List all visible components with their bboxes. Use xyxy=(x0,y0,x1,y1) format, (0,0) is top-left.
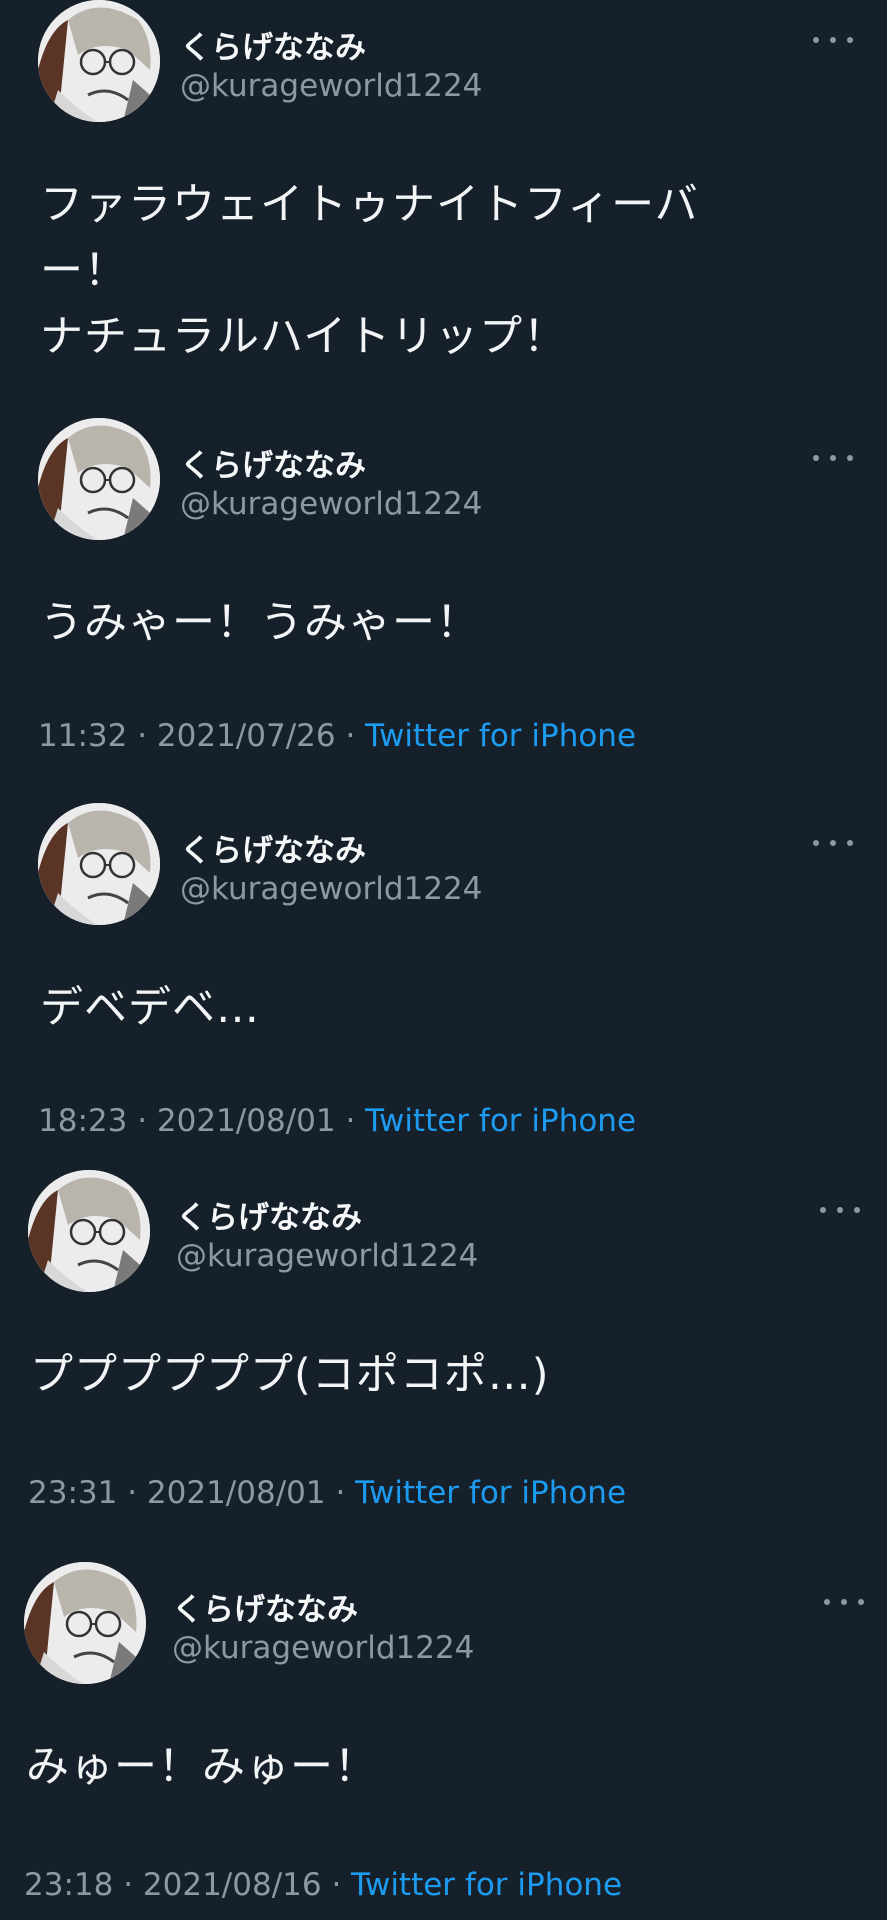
avatar-icon xyxy=(38,803,160,925)
tweet-text: ププププププ(コポコポ…) xyxy=(30,1350,550,1400)
tweet-text: ファラウェイトゥナイトフィーバ ー！ ナチュラルハイトリップ！ xyxy=(40,180,699,362)
tweet-date: 2021/08/16 xyxy=(142,1867,322,1903)
meta-separator: · xyxy=(321,1867,352,1903)
tweet-date: 2021/08/01 xyxy=(156,1103,336,1139)
avatar[interactable] xyxy=(38,418,160,540)
tweet-source-link[interactable]: Twitter for iPhone xyxy=(351,1867,622,1903)
tweet-source-link[interactable]: Twitter for iPhone xyxy=(365,1103,636,1139)
more-options-icon[interactable] xyxy=(813,833,853,853)
more-options-icon[interactable] xyxy=(813,448,853,468)
avatar-icon xyxy=(28,1170,150,1292)
avatar[interactable] xyxy=(24,1562,146,1684)
display-name[interactable]: くらげななみ xyxy=(180,22,366,67)
tweet-card[interactable]: くらげななみ @kurageworld1224 うみゃー！うみゃー！ 11:32… xyxy=(0,418,887,768)
tweet-source-link[interactable]: Twitter for iPhone xyxy=(365,718,636,754)
tweet-time: 11:32 xyxy=(38,718,128,754)
tweet-meta: 23:18 · 2021/08/16 · Twitter for iPhone xyxy=(24,1867,622,1903)
tweet-text: うみゃー！うみゃー！ xyxy=(40,598,480,648)
tweet-meta: 11:32 · 2021/07/26 · Twitter for iPhone xyxy=(38,718,636,754)
tweet-card[interactable]: くらげななみ @kurageworld1224 ププププププ(コポコポ…) 23… xyxy=(0,1170,887,1520)
avatar[interactable] xyxy=(28,1170,150,1292)
tweet-card[interactable]: くらげななみ @kurageworld1224 デベデベ… 18:23 · 20… xyxy=(0,803,887,1153)
avatar[interactable] xyxy=(38,803,160,925)
user-handle[interactable]: @kurageworld1224 xyxy=(172,1630,474,1666)
meta-separator: · xyxy=(325,1475,356,1511)
meta-separator: · xyxy=(127,1103,157,1139)
tweet-time: 23:18 xyxy=(24,1867,114,1903)
avatar-icon xyxy=(38,418,160,540)
meta-separator: · xyxy=(335,718,366,754)
meta-separator: · xyxy=(113,1867,143,1903)
tweet-card[interactable]: くらげななみ @kurageworld1224 みゅー！みゅー！ 23:18 ·… xyxy=(0,1562,887,1920)
tweet-time: 23:31 xyxy=(28,1475,118,1511)
tweet-date: 2021/07/26 xyxy=(156,718,336,754)
tweet-meta: 23:31 · 2021/08/01 · Twitter for iPhone xyxy=(28,1475,626,1511)
avatar[interactable] xyxy=(38,0,160,122)
meta-separator: · xyxy=(335,1103,366,1139)
tweet-meta: 18:23 · 2021/08/01 · Twitter for iPhone xyxy=(38,1103,636,1139)
display-name[interactable]: くらげななみ xyxy=(180,440,366,485)
display-name[interactable]: くらげななみ xyxy=(176,1192,362,1237)
more-options-icon[interactable] xyxy=(813,30,853,50)
display-name[interactable]: くらげななみ xyxy=(172,1584,358,1629)
meta-separator: · xyxy=(117,1475,147,1511)
user-handle[interactable]: @kurageworld1224 xyxy=(180,871,482,907)
avatar-icon xyxy=(38,0,160,122)
avatar-icon xyxy=(24,1562,146,1684)
tweet-date: 2021/08/01 xyxy=(146,1475,326,1511)
tweet-text: みゅー！みゅー！ xyxy=(26,1742,378,1792)
more-options-icon[interactable] xyxy=(824,1592,864,1612)
user-handle[interactable]: @kurageworld1224 xyxy=(180,486,482,522)
tweet-time: 18:23 xyxy=(38,1103,128,1139)
display-name[interactable]: くらげななみ xyxy=(180,825,366,870)
user-handle[interactable]: @kurageworld1224 xyxy=(176,1238,478,1274)
meta-separator: · xyxy=(127,718,157,754)
tweet-text: デベデベ… xyxy=(40,983,260,1033)
user-handle[interactable]: @kurageworld1224 xyxy=(180,68,482,104)
tweet-source-link[interactable]: Twitter for iPhone xyxy=(355,1475,626,1511)
tweet-card[interactable]: くらげななみ @kurageworld1224 ファラウェイトゥナイトフィーバ … xyxy=(0,0,887,380)
more-options-icon[interactable] xyxy=(820,1200,860,1220)
